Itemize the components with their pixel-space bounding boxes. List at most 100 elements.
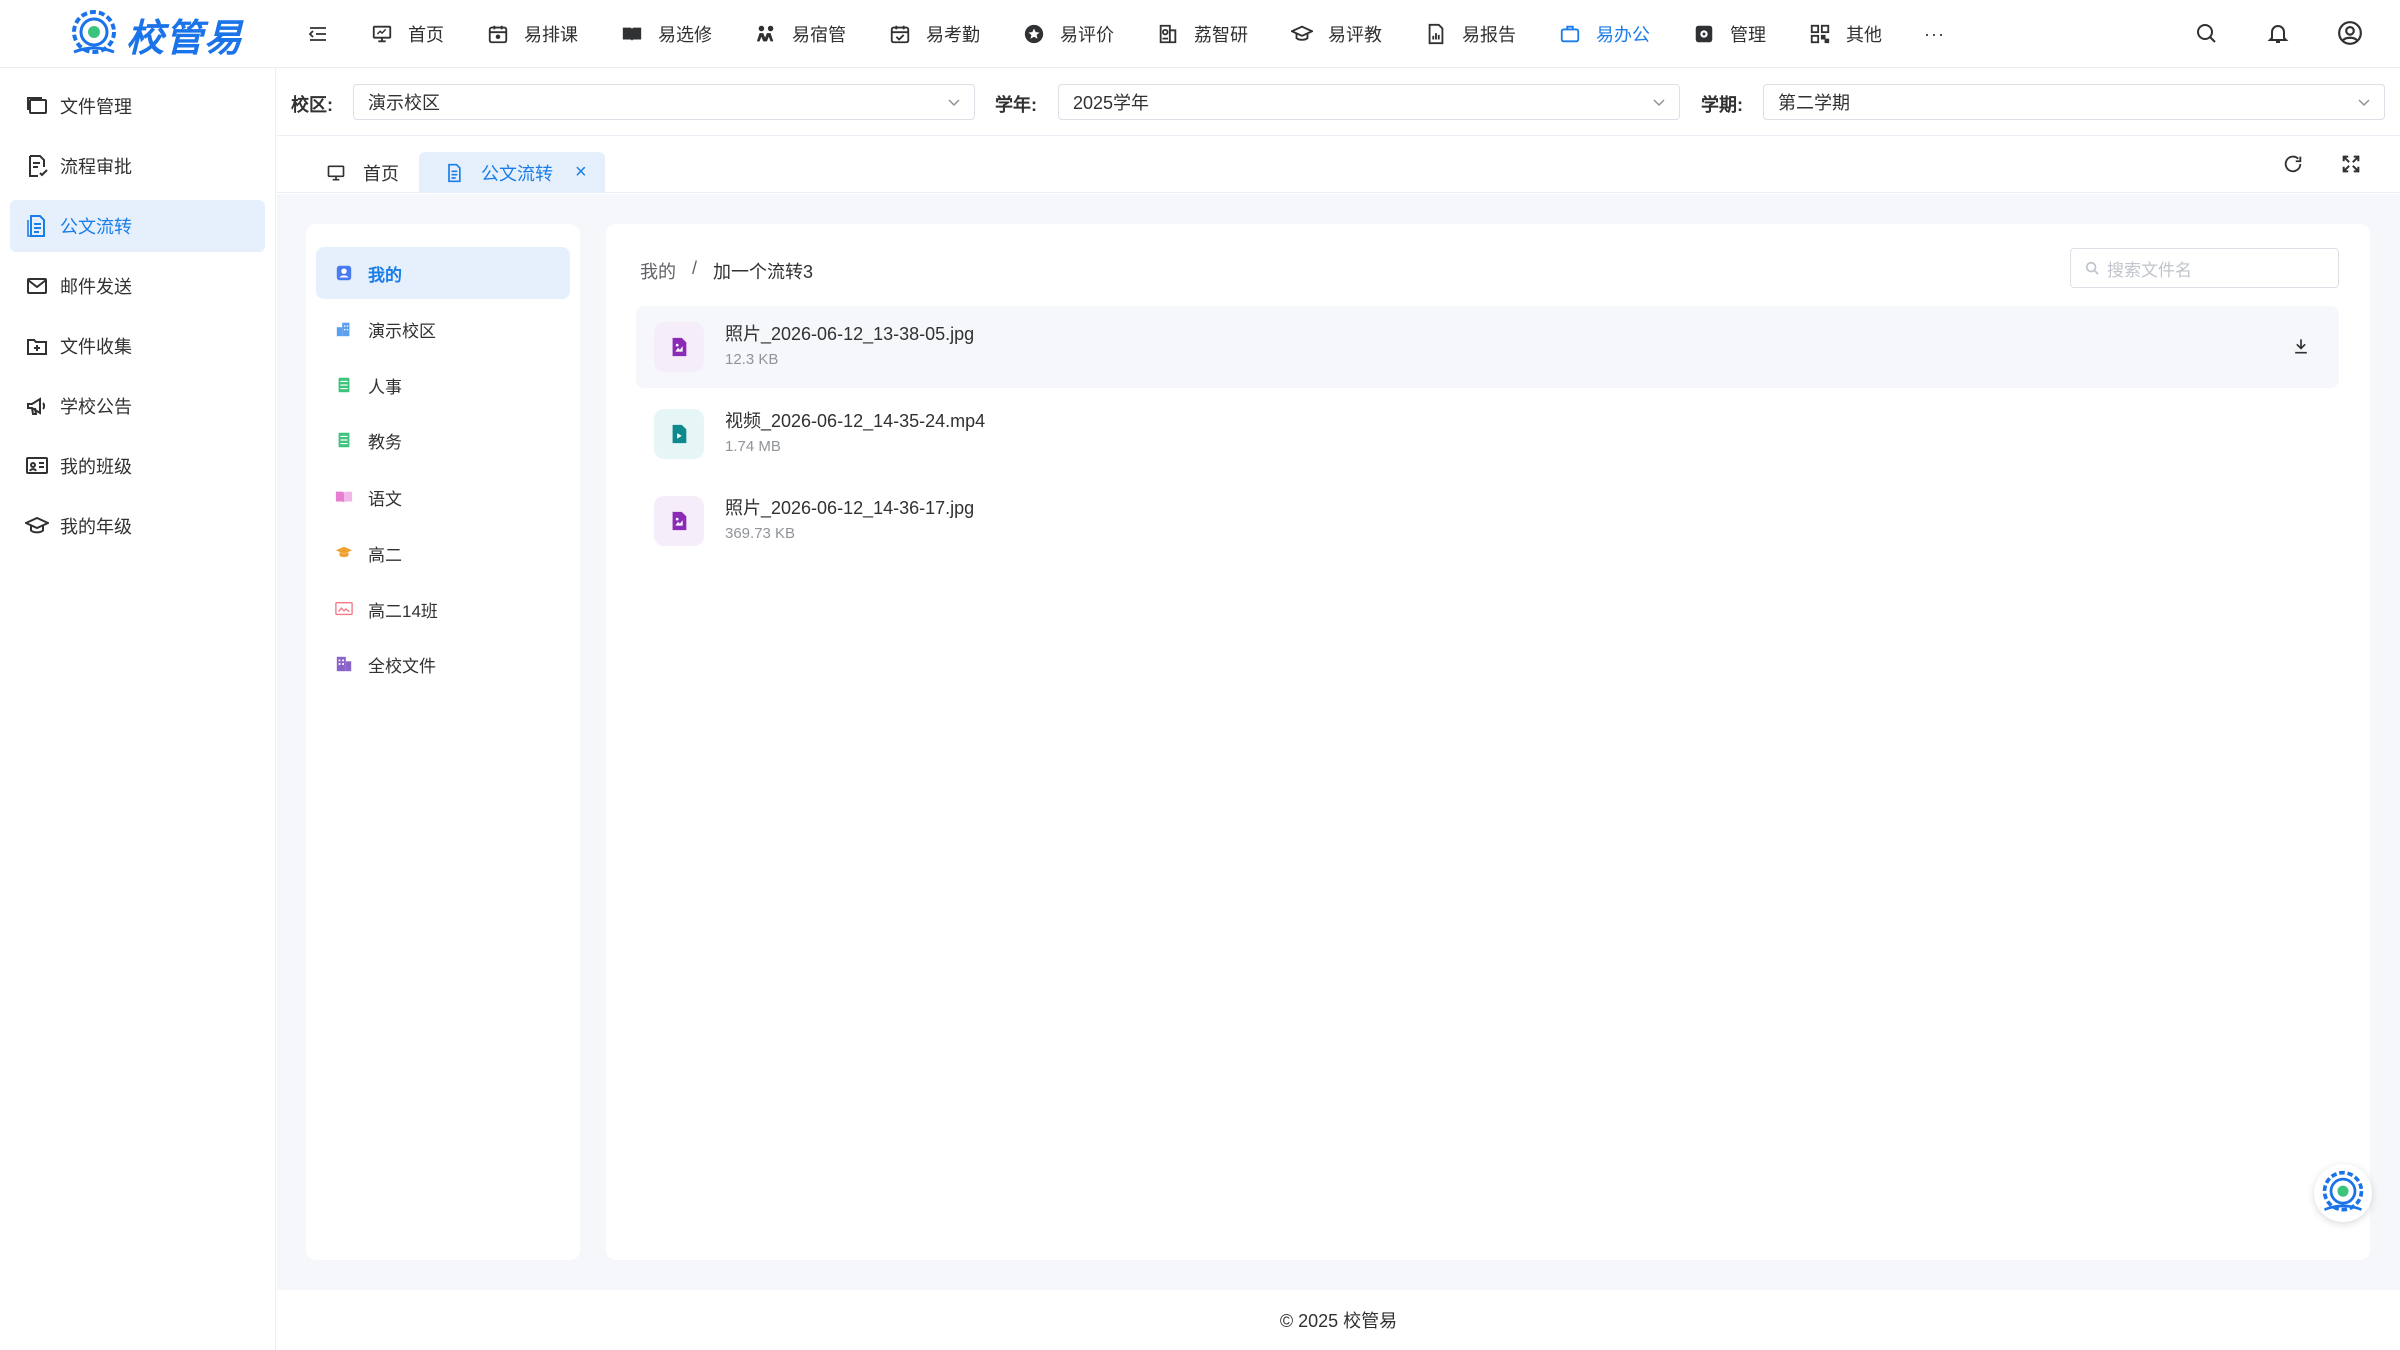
nav-item-scheduling[interactable]: 易排课	[486, 0, 578, 68]
nav-item-label: 其他	[1846, 25, 1882, 45]
sidebar-item-mail[interactable]: 邮件发送	[10, 260, 265, 312]
sidebar-item-approval[interactable]: 流程审批	[10, 140, 265, 192]
sidebar-item-label: 文件收集	[60, 337, 132, 357]
nav-item-attendance[interactable]: 易考勤	[888, 0, 980, 68]
nav-item-label: 荔智研	[1194, 25, 1248, 45]
nav-item-evaluation[interactable]: 易评价	[1022, 0, 1114, 68]
footer: © 2025 校管易	[277, 1290, 2400, 1350]
nav-item-office[interactable]: 易办公	[1558, 0, 1650, 68]
search-icon[interactable]	[2192, 19, 2220, 47]
nav-item-label: 易办公	[1596, 25, 1650, 45]
tab-label: 公文流转	[481, 163, 553, 184]
sidebar-item-label: 公文流转	[60, 217, 132, 237]
sidebar-item-label: 邮件发送	[60, 277, 132, 297]
term-label: 学期:	[1701, 95, 1743, 115]
sidebar-item-file-management[interactable]: 文件管理	[10, 80, 265, 132]
search-placeholder: 搜索文件名	[2107, 260, 2192, 280]
category-label: 我的	[368, 265, 402, 285]
megaphone-icon	[24, 393, 50, 419]
sidebar-item-label: 文件管理	[60, 97, 132, 117]
category-item-hr[interactable]: 人事	[316, 359, 570, 411]
report-icon	[1424, 22, 1448, 46]
category-label: 演示校区	[368, 321, 436, 341]
collapse-menu-icon[interactable]	[306, 22, 330, 46]
category-item-grade-two[interactable]: 高二	[316, 527, 570, 579]
app-logo[interactable]: 校管易	[68, 4, 243, 64]
mail-icon	[24, 273, 50, 299]
file-size: 1.74 MB	[725, 438, 781, 455]
user-avatar-icon[interactable]	[2336, 19, 2364, 47]
year-select[interactable]: 2025学年	[1058, 84, 1680, 120]
term-select-value: 第二学期	[1778, 93, 1850, 113]
search-input[interactable]: 搜索文件名	[2070, 248, 2339, 288]
filter-bar: 校区: 演示校区 学年: 2025学年 学期: 第二学期	[277, 69, 2400, 136]
nav-item-other[interactable]: 其他	[1808, 0, 1882, 68]
bell-icon[interactable]	[2264, 19, 2292, 47]
term-select[interactable]: 第二学期	[1763, 84, 2385, 120]
top-actions	[2192, 19, 2364, 47]
sidebar-item-label: 学校公告	[60, 397, 132, 417]
grid-icon	[1808, 22, 1832, 46]
nav-item-dorm[interactable]: 易宿管	[754, 0, 846, 68]
nav-item-label: 易选修	[658, 25, 712, 45]
breadcrumb-separator: /	[692, 258, 698, 278]
tab-close-icon[interactable]: ×	[575, 161, 587, 184]
sidebar-item-my-class[interactable]: 我的班级	[10, 440, 265, 492]
people-icon	[754, 22, 778, 46]
tab-document-flow[interactable]: 公文流转 ×	[419, 152, 605, 193]
sidebar-item-document-flow[interactable]: 公文流转	[10, 200, 265, 252]
footer-copyright: © 2025 校管易	[1279, 1311, 1398, 1331]
file-row[interactable]: 照片_2026-06-12_14-36-17.jpg 369.73 KB	[636, 480, 2339, 562]
document-icon	[24, 213, 50, 239]
main-nav: 首页 易排课 易选修 易宿管 易考勤 易评价 荔智研 易评教 易报告 易办公 管…	[370, 0, 1945, 68]
briefcase-icon	[1558, 22, 1582, 46]
tab-home[interactable]: 首页	[301, 152, 417, 193]
video-file-icon	[654, 409, 704, 459]
file-name: 照片_2026-06-12_14-36-17.jpg	[725, 498, 975, 518]
fullscreen-icon[interactable]	[2340, 153, 2362, 175]
nav-item-admin[interactable]: 管理	[1692, 0, 1766, 68]
file-row[interactable]: 视频_2026-06-12_14-35-24.mp4 1.74 MB	[636, 393, 2339, 475]
download-icon[interactable]	[2291, 336, 2313, 358]
category-label: 高二	[368, 545, 402, 565]
category-item-school-files[interactable]: 全校文件	[316, 638, 570, 690]
floating-assistant-button[interactable]	[2314, 1164, 2372, 1222]
nav-more-button[interactable]: ···	[1924, 24, 1945, 45]
file-row[interactable]: 照片_2026-06-12_13-38-05.jpg 12.3 KB	[636, 306, 2339, 388]
category-label: 教务	[368, 432, 402, 452]
campus-select[interactable]: 演示校区	[353, 84, 975, 120]
breadcrumb-root[interactable]: 我的	[640, 258, 676, 284]
image-file-icon	[654, 322, 704, 372]
nav-item-research[interactable]: 荔智研	[1156, 0, 1248, 68]
open-book-icon	[334, 487, 354, 507]
sidebar-item-announcements[interactable]: 学校公告	[10, 380, 265, 432]
refresh-icon[interactable]	[2282, 153, 2304, 175]
category-item-mine[interactable]: 我的	[316, 247, 570, 299]
nav-item-label: 易考勤	[926, 25, 980, 45]
document-icon	[443, 162, 465, 184]
logo-text: 校管易	[126, 17, 244, 60]
category-item-academic[interactable]: 教务	[316, 414, 570, 466]
book-open-icon	[620, 22, 644, 46]
buildings-icon	[334, 654, 354, 674]
nav-item-report[interactable]: 易报告	[1424, 0, 1516, 68]
category-item-class-14[interactable]: 高二14班	[316, 583, 570, 635]
nav-item-label: 易宿管	[792, 25, 846, 45]
nav-item-electives[interactable]: 易选修	[620, 0, 712, 68]
ledger-icon	[334, 375, 354, 395]
sidebar-item-label: 我的班级	[60, 457, 132, 477]
category-item-campus[interactable]: 演示校区	[316, 303, 570, 355]
category-label: 语文	[368, 489, 402, 509]
graduation-cap-icon	[334, 543, 354, 563]
category-item-chinese[interactable]: 语文	[316, 471, 570, 523]
sidebar-item-file-collection[interactable]: 文件收集	[10, 320, 265, 372]
research-icon	[1156, 22, 1180, 46]
nav-item-teaching-eval[interactable]: 易评教	[1290, 0, 1382, 68]
nav-item-home[interactable]: 首页	[370, 0, 444, 68]
nav-item-label: 易排课	[524, 25, 578, 45]
nav-item-label: 易报告	[1462, 25, 1516, 45]
category-label: 高二14班	[368, 601, 438, 621]
sidebar-item-my-grade[interactable]: 我的年级	[10, 500, 265, 552]
tab-strip: 首页 公文流转 ×	[277, 137, 2400, 193]
tab-label: 首页	[363, 163, 399, 184]
